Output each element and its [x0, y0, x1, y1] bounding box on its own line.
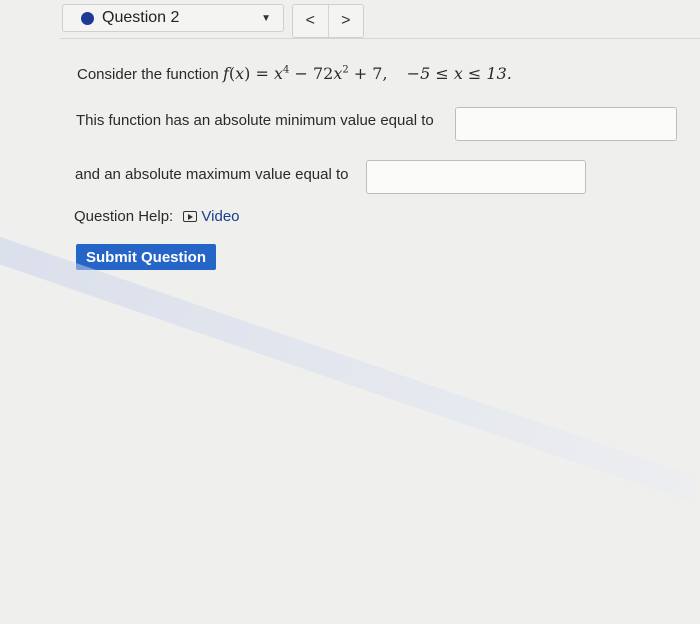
question-label: Question 2: [102, 9, 180, 26]
next-question-button[interactable]: >: [327, 5, 364, 37]
question-nav: < >: [292, 4, 364, 38]
problem-statement: Consider the function f(x) = x4 − 72x2 +…: [77, 64, 512, 83]
screen-glare: [0, 230, 699, 503]
submit-question-button[interactable]: Submit Question: [76, 244, 216, 270]
problem-intro: Consider the function: [77, 66, 219, 83]
play-icon: [183, 211, 198, 222]
chevron-down-icon: ▼: [261, 13, 271, 24]
question-help: Question Help: Video: [74, 208, 240, 225]
domain-expression: −5 ≤ x ≤ 13.: [406, 64, 512, 83]
video-label: Video: [201, 208, 240, 225]
min-prompt: This function has an absolute minimum va…: [76, 112, 434, 129]
question-status-icon: [81, 11, 94, 25]
question-selector[interactable]: Question 2 ▼: [62, 4, 284, 32]
question-help-label: Question Help:: [74, 208, 174, 225]
function-expression: f(x) = x4 − 72x2 + 7,: [222, 64, 388, 83]
max-prompt: and an absolute maximum value equal to: [75, 166, 349, 183]
video-help-link[interactable]: Video: [183, 208, 240, 225]
absolute-maximum-input[interactable]: [366, 160, 586, 194]
previous-question-button[interactable]: <: [293, 5, 328, 37]
absolute-minimum-input[interactable]: [455, 107, 677, 141]
